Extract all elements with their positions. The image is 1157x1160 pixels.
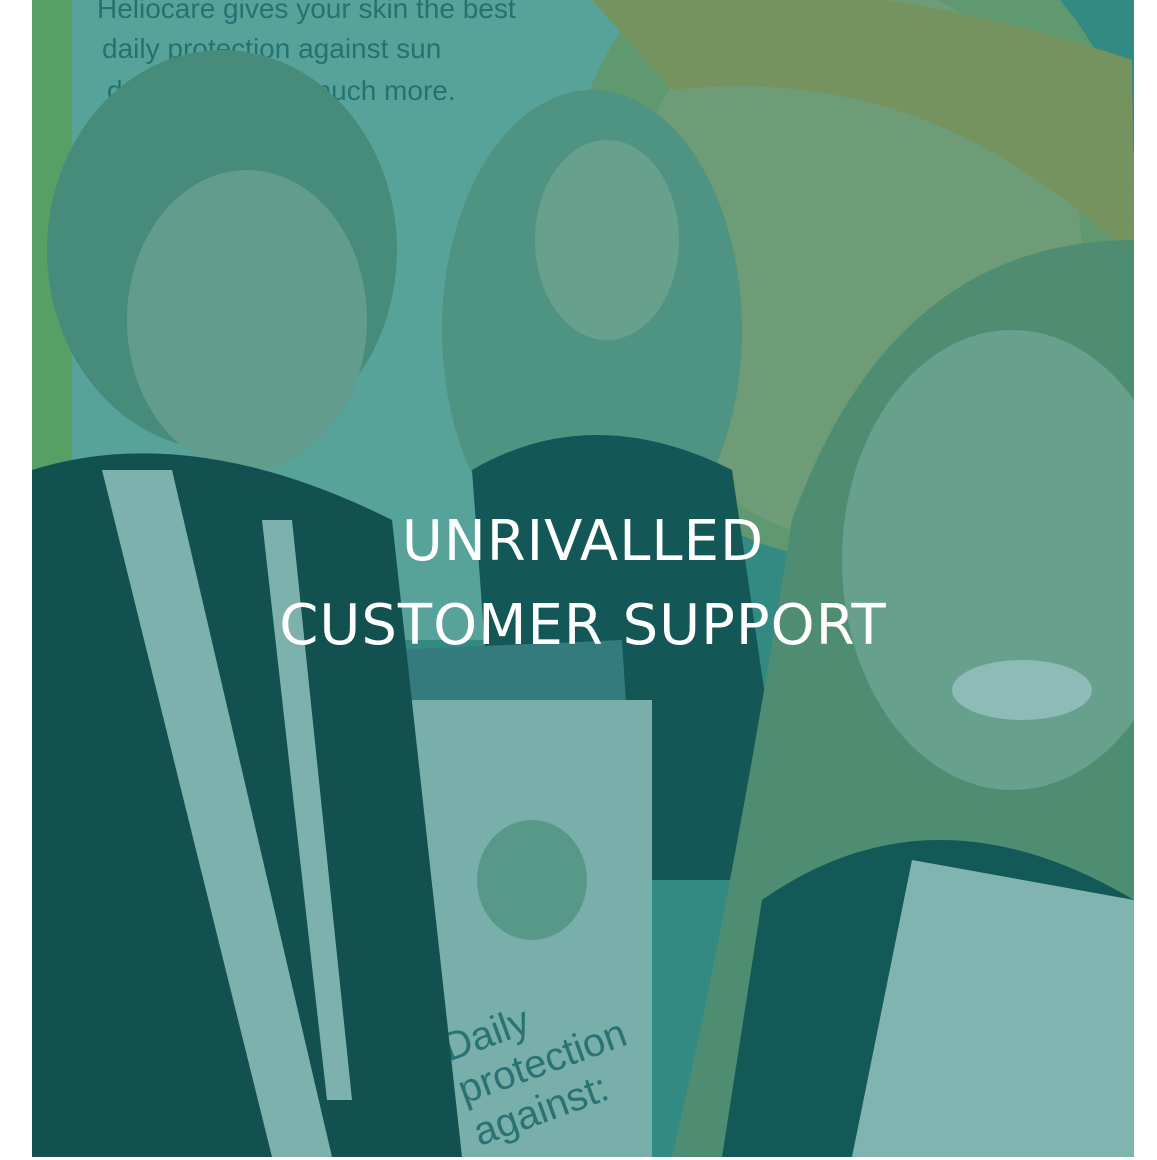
headline-line-1: UNRIVALLED	[401, 509, 765, 574]
photo-frame: Heliocare gives your skin the best daily…	[32, 0, 1134, 1157]
headline: UNRIVALLED CUSTOMER SUPPORT	[32, 500, 1134, 668]
headline-line-2: CUSTOMER SUPPORT	[279, 593, 887, 658]
